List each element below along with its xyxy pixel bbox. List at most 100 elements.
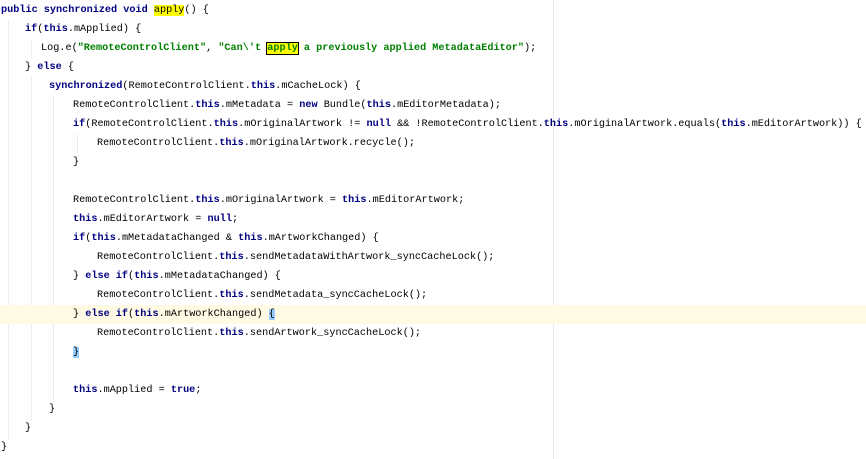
code-text: RemoteControlClient.this.sendArtwork_syn… bbox=[97, 324, 421, 343]
code-text: this.mEditorArtwork = null; bbox=[73, 210, 238, 229]
code-keyword: this bbox=[219, 138, 244, 149]
code-text: } else if(this.mArtworkChanged) { bbox=[73, 305, 275, 324]
code-line[interactable]: } else if(this.mArtworkChanged) { bbox=[0, 305, 866, 324]
code-token: RemoteControlClient. bbox=[97, 290, 220, 301]
code-token: RemoteControlClient. bbox=[73, 100, 196, 111]
code-line[interactable]: if(this.mMetadataChanged & this.mArtwork… bbox=[0, 229, 866, 248]
code-token: } bbox=[1, 442, 8, 453]
code-token: } bbox=[25, 62, 38, 73]
code-keyword: this bbox=[250, 81, 276, 92]
code-keyword: new bbox=[299, 100, 318, 111]
code-text: } else if(this.mMetadataChanged) { bbox=[73, 267, 281, 286]
code-text: } bbox=[73, 343, 80, 362]
code-token: .mArtworkChanged) { bbox=[262, 233, 379, 244]
code-line[interactable]: RemoteControlClient.this.mOriginalArtwor… bbox=[0, 134, 866, 153]
code-text: public synchronized void apply() { bbox=[1, 1, 209, 20]
code-line[interactable]: RemoteControlClient.this.sendMetadata_sy… bbox=[0, 286, 866, 305]
code-keyword: this bbox=[342, 195, 367, 206]
code-keyword: if bbox=[25, 24, 38, 35]
code-token: .mApplied) { bbox=[67, 24, 142, 35]
code-text: Log.e("RemoteControlClient", "Can\'t app… bbox=[41, 39, 536, 58]
code-token: .mMetadata = bbox=[219, 100, 300, 111]
code-keyword: this bbox=[195, 195, 220, 206]
code-string: "RemoteControlClient" bbox=[77, 43, 207, 54]
code-line[interactable]: this.mApplied = true; bbox=[0, 381, 866, 400]
code-keyword: null bbox=[207, 214, 232, 225]
code-keyword: else if bbox=[85, 271, 129, 282]
code-string: apply bbox=[266, 42, 299, 55]
code-string: "Can\'t bbox=[218, 43, 268, 54]
matched-brace: { bbox=[268, 309, 275, 320]
code-keyword: this bbox=[134, 271, 159, 282]
code-keyword: this bbox=[543, 119, 569, 130]
code-line[interactable]: this.mEditorArtwork = null; bbox=[0, 210, 866, 229]
code-line[interactable]: } bbox=[0, 438, 866, 457]
code-line[interactable]: public synchronized void apply() { bbox=[0, 1, 866, 20]
search-match: apply bbox=[153, 5, 185, 16]
code-text: } bbox=[25, 419, 31, 438]
code-keyword: this bbox=[73, 385, 98, 396]
code-token: .mArtworkChanged) bbox=[158, 309, 269, 320]
code-text: synchronized(RemoteControlClient.this.mC… bbox=[49, 77, 361, 96]
code-line[interactable]: synchronized(RemoteControlClient.this.mC… bbox=[0, 77, 866, 96]
code-text: } else { bbox=[25, 58, 74, 77]
code-keyword: if bbox=[73, 233, 86, 244]
code-line[interactable]: } bbox=[0, 419, 866, 438]
code-text: this.mApplied = true; bbox=[73, 381, 201, 400]
code-keyword: if bbox=[73, 119, 86, 130]
code-line[interactable] bbox=[0, 362, 866, 381]
code-line[interactable]: } else if(this.mMetadataChanged) { bbox=[0, 267, 866, 286]
code-text: } bbox=[73, 153, 79, 172]
code-line[interactable]: Log.e("RemoteControlClient", "Can\'t app… bbox=[0, 39, 866, 58]
code-token: .mOriginalArtwork.recycle(); bbox=[243, 138, 415, 149]
code-keyword: this bbox=[91, 233, 116, 244]
code-keyword: this bbox=[43, 24, 68, 35]
code-token: .mOriginalArtwork.equals( bbox=[568, 119, 722, 130]
code-keyword: this bbox=[134, 309, 159, 320]
code-string: a previously applied MetadataEditor" bbox=[297, 43, 525, 54]
code-line[interactable]: RemoteControlClient.this.mOriginalArtwor… bbox=[0, 191, 866, 210]
code-line[interactable] bbox=[0, 172, 866, 191]
code-token: .mEditorMetadata); bbox=[390, 100, 502, 111]
code-line[interactable]: RemoteControlClient.this.sendArtwork_syn… bbox=[0, 324, 866, 343]
code-line[interactable]: } bbox=[0, 153, 866, 172]
code-token: Log.e( bbox=[41, 43, 78, 54]
code-keyword: public synchronized void bbox=[1, 5, 154, 16]
code-token: && !RemoteControlClient. bbox=[390, 119, 544, 130]
code-line[interactable]: } else { bbox=[0, 58, 866, 77]
code-keyword: true bbox=[170, 385, 196, 396]
code-line[interactable]: if(this.mApplied) { bbox=[0, 20, 866, 39]
code-line[interactable]: RemoteControlClient.this.sendMetadataWit… bbox=[0, 248, 866, 267]
code-token: (RemoteControlClient. bbox=[85, 119, 214, 130]
code-keyword: else if bbox=[85, 309, 129, 320]
code-keyword: this bbox=[195, 100, 220, 111]
code-line[interactable]: if(RemoteControlClient.this.mOriginalArt… bbox=[0, 115, 866, 134]
code-token: } bbox=[73, 157, 80, 168]
code-token: ; bbox=[195, 385, 202, 396]
code-line[interactable]: RemoteControlClient.this.mMetadata = new… bbox=[0, 96, 866, 115]
code-text: RemoteControlClient.this.mOriginalArtwor… bbox=[97, 134, 415, 153]
code-keyword: this bbox=[721, 119, 746, 130]
code-token: .sendMetadata_syncCacheLock(); bbox=[243, 290, 428, 301]
code-token: .mOriginalArtwork = bbox=[219, 195, 343, 206]
code-keyword: this bbox=[366, 100, 391, 111]
code-text: if(this.mApplied) { bbox=[25, 20, 141, 39]
code-line[interactable]: } bbox=[0, 343, 866, 362]
code-token: } bbox=[73, 271, 86, 282]
code-text: RemoteControlClient.this.mMetadata = new… bbox=[73, 96, 501, 115]
code-token: } bbox=[25, 423, 32, 434]
code-token: , bbox=[206, 43, 219, 54]
code-token: ; bbox=[231, 214, 239, 225]
code-token: .sendArtwork_syncCacheLock(); bbox=[243, 328, 422, 339]
code-text: RemoteControlClient.this.mOriginalArtwor… bbox=[73, 191, 464, 210]
code-editor[interactable]: public synchronized void apply() {if(thi… bbox=[0, 0, 866, 459]
code-token: .mMetadataChanged) { bbox=[158, 271, 281, 282]
code-keyword: synchronized bbox=[49, 81, 123, 92]
code-keyword: this bbox=[219, 290, 244, 301]
code-token: .sendMetadataWithArtwork_syncCacheLock()… bbox=[243, 252, 495, 263]
code-line[interactable]: } bbox=[0, 400, 866, 419]
code-keyword: this bbox=[219, 328, 244, 339]
code-keyword: this bbox=[213, 119, 239, 130]
code-keyword: this bbox=[238, 233, 263, 244]
code-token: .mCacheLock) { bbox=[275, 81, 361, 92]
